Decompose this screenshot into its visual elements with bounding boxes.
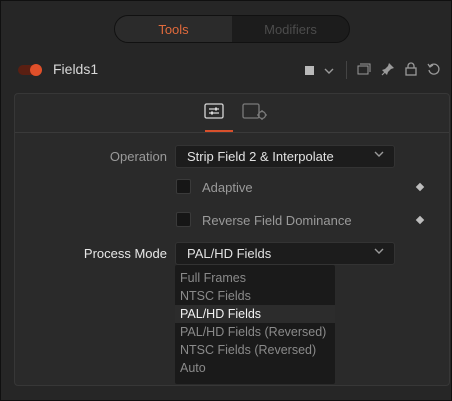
copy-icon[interactable] xyxy=(357,63,371,78)
header-divider xyxy=(346,61,347,79)
process-mode-option-selected[interactable]: PAL/HD Fields xyxy=(175,305,335,323)
node-header: Fields1 xyxy=(1,53,451,87)
active-tab-indicator xyxy=(205,130,233,132)
reverse-field-label: Reverse Field Dominance xyxy=(202,213,352,228)
header-icons xyxy=(295,61,441,79)
chevron-down-icon[interactable] xyxy=(324,63,334,78)
reset-icon[interactable] xyxy=(427,62,441,79)
process-mode-label: Process Mode xyxy=(83,246,167,261)
settings-tab-icon[interactable] xyxy=(241,102,271,126)
panel-tab-bar xyxy=(15,94,449,133)
pin-icon[interactable] xyxy=(381,62,395,79)
process-mode-option[interactable]: Auto xyxy=(175,359,335,377)
reverse-field-checkbox[interactable] xyxy=(176,212,191,227)
process-mode-options: Full Frames NTSC Fields PAL/HD Fields PA… xyxy=(175,265,335,384)
color-swatch-icon[interactable] xyxy=(305,63,314,78)
tab-tools[interactable]: Tools xyxy=(115,16,232,42)
process-mode-dropdown[interactable]: PAL/HD Fields xyxy=(175,242,395,265)
lock-icon[interactable] xyxy=(405,61,417,79)
chevron-down-icon xyxy=(374,150,384,161)
node-name: Fields1 xyxy=(53,61,99,77)
process-mode-option[interactable]: Full Frames xyxy=(175,269,335,287)
operation-dropdown[interactable]: Strip Field 2 & Interpolate xyxy=(175,145,395,168)
inspector-window: Tools Modifiers Fields1 Operation Strip … xyxy=(0,0,452,401)
process-mode-option[interactable]: NTSC Fields (Reversed) xyxy=(175,341,335,359)
toggle-knob xyxy=(30,64,42,76)
adaptive-label: Adaptive xyxy=(202,180,253,195)
adaptive-checkbox[interactable] xyxy=(176,179,191,194)
process-mode-value: PAL/HD Fields xyxy=(187,246,272,261)
tab-modifiers[interactable]: Modifiers xyxy=(232,16,349,42)
operation-label: Operation xyxy=(109,149,167,164)
node-enable-toggle[interactable] xyxy=(18,64,42,76)
controls-tab-icon[interactable] xyxy=(203,102,233,132)
chevron-down-icon xyxy=(374,247,384,258)
operation-value: Strip Field 2 & Interpolate xyxy=(187,149,334,164)
process-mode-option[interactable]: NTSC Fields xyxy=(175,287,335,305)
process-mode-option[interactable]: PAL/HD Fields (Reversed) xyxy=(175,323,335,341)
tools-modifiers-switch: Tools Modifiers xyxy=(114,15,350,43)
